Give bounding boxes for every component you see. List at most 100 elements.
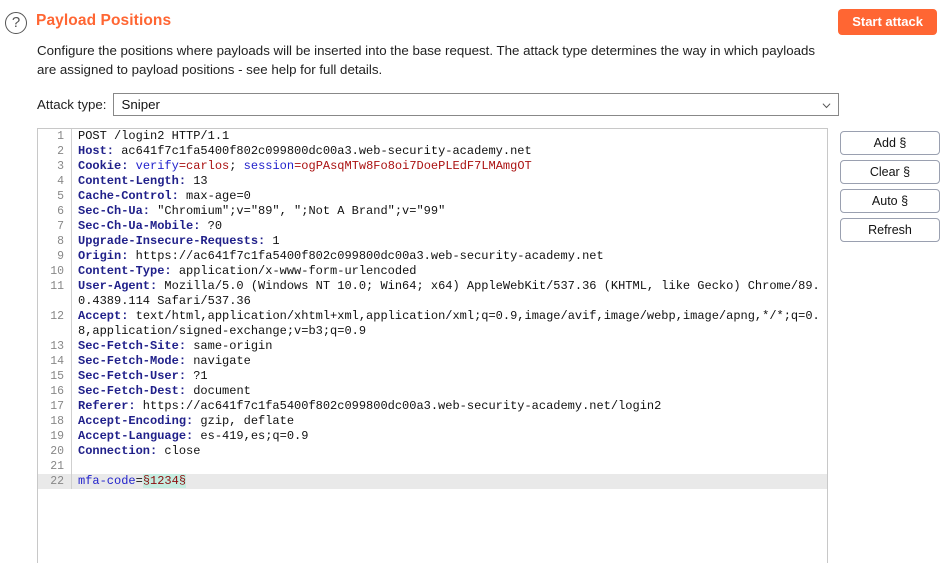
header-value: https://ac641f7c1fa5400f802c099800dc00a3… bbox=[135, 399, 662, 413]
header-value: same-origin bbox=[186, 339, 273, 353]
line-content: Sec-Ch-Ua: "Chromium";v="89", ";Not A Br… bbox=[70, 204, 827, 219]
clear-section-button[interactable]: Clear § bbox=[840, 160, 940, 184]
header-value: Mozilla/5.0 (Windows NT 10.0; Win64; x64… bbox=[78, 279, 820, 308]
header-value: ?0 bbox=[200, 219, 223, 233]
header-value: text/html,application/xhtml+xml,applicat… bbox=[78, 309, 820, 338]
request-line: 2 Host: ac641f7c1fa5400f802c099800dc00a3.… bbox=[38, 144, 827, 159]
line-number: 15 bbox=[50, 370, 64, 383]
header-name: Host: bbox=[78, 144, 115, 158]
line-content: Sec-Ch-Ua-Mobile: ?0 bbox=[70, 219, 827, 234]
line-content: Host: ac641f7c1fa5400f802c099800dc00a3.w… bbox=[70, 144, 827, 159]
line-number: 17 bbox=[50, 400, 64, 413]
header-name: Sec-Fetch-Dest: bbox=[78, 384, 187, 398]
line-content: Cache-Control: max-age=0 bbox=[70, 189, 827, 204]
request-line: 14 Sec-Fetch-Mode: navigate bbox=[38, 354, 827, 369]
header-value: 1 bbox=[265, 234, 280, 248]
header-name: Sec-Ch-Ua: bbox=[78, 204, 151, 218]
page-title: Payload Positions bbox=[36, 12, 172, 29]
body-param-name: mfa-code bbox=[78, 474, 136, 488]
line-number: 22 bbox=[50, 475, 64, 488]
request-line: 19 Accept-Language: es-419,es;q=0.9 bbox=[38, 429, 827, 444]
line-number: 13 bbox=[50, 340, 64, 353]
request-line: 20 Connection: close bbox=[38, 444, 827, 459]
header-value: https://ac641f7c1fa5400f802c099800dc00a3… bbox=[128, 249, 604, 263]
request-line: 4 Content-Length: 13 bbox=[38, 174, 827, 189]
header-value: "Chromium";v="89", ";Not A Brand";v="99" bbox=[150, 204, 446, 218]
cookie-key: verify bbox=[128, 159, 179, 173]
header-name: Accept: bbox=[78, 309, 129, 323]
line-number: 14 bbox=[50, 355, 64, 368]
line-number: 8 bbox=[57, 235, 64, 248]
panel-header: ? Payload Positions Start attack bbox=[0, 9, 943, 39]
line-content: Accept-Encoding: gzip, deflate bbox=[70, 414, 827, 429]
header-value: 13 bbox=[186, 174, 208, 188]
line-number: 9 bbox=[57, 250, 64, 263]
line-content: Content-Length: 13 bbox=[70, 174, 827, 189]
header-value: ac641f7c1fa5400f802c099800dc00a3.web-sec… bbox=[114, 144, 532, 158]
line-number: 20 bbox=[50, 445, 64, 458]
header-value: close bbox=[157, 444, 201, 458]
line-number: 16 bbox=[50, 385, 64, 398]
refresh-button[interactable]: Refresh bbox=[840, 218, 940, 242]
line-number: 7 bbox=[57, 220, 64, 233]
attack-type-select[interactable]: Sniper bbox=[113, 93, 840, 116]
line-content: Origin: https://ac641f7c1fa5400f802c0998… bbox=[70, 249, 827, 264]
header-name: Sec-Fetch-User: bbox=[78, 369, 187, 383]
header-name: Sec-Fetch-Site: bbox=[78, 339, 187, 353]
header-value: max-age=0 bbox=[178, 189, 251, 203]
cookie-separator: ; bbox=[229, 159, 244, 173]
header-name: Sec-Ch-Ua-Mobile: bbox=[78, 219, 201, 233]
attack-type-label: Attack type: bbox=[37, 97, 107, 112]
line-content: POST /login2 HTTP/1.1 bbox=[70, 129, 827, 144]
header-value: ?1 bbox=[186, 369, 208, 383]
header-value: es-419,es;q=0.9 bbox=[193, 429, 309, 443]
header-name: Cache-Control: bbox=[78, 189, 179, 203]
header-name: User-Agent: bbox=[78, 279, 158, 293]
line-content: mfa-code=§1234§ bbox=[70, 474, 827, 489]
attack-type-selected-value: Sniper bbox=[121, 97, 160, 112]
request-code-area[interactable]: 1 POST /login2 HTTP/1.1 2 Host: ac641f7c1fa… bbox=[38, 129, 827, 489]
gutter-separator bbox=[71, 129, 72, 489]
request-line: 17 Referer: https://ac641f7c1fa5400f802c0… bbox=[38, 399, 827, 414]
line-content: Accept-Language: es-419,es;q=0.9 bbox=[70, 429, 827, 444]
request-line: 5 Cache-Control: max-age=0 bbox=[38, 189, 827, 204]
question-mark-circle-icon[interactable]: ? bbox=[5, 12, 27, 34]
request-line: 22 mfa-code=§1234§ bbox=[38, 474, 827, 489]
header-value: navigate bbox=[186, 354, 251, 368]
line-content: User-Agent: Mozilla/5.0 (Windows NT 10.0… bbox=[70, 279, 827, 309]
header-value: document bbox=[186, 384, 251, 398]
request-line: 6 Sec-Ch-Ua: "Chromium";v="89", ";Not A B… bbox=[38, 204, 827, 219]
request-line: 7 Sec-Ch-Ua-Mobile: ?0 bbox=[38, 219, 827, 234]
cookie-key: session bbox=[243, 159, 295, 173]
payload-position-buttons: Add § Clear § Auto § Refresh bbox=[840, 131, 940, 247]
line-number: 10 bbox=[50, 265, 64, 278]
add-section-button[interactable]: Add § bbox=[840, 131, 940, 155]
payload-position-marker: §1234§ bbox=[142, 474, 187, 488]
header-name: Content-Type: bbox=[78, 264, 172, 278]
line-content: Referer: https://ac641f7c1fa5400f802c099… bbox=[70, 399, 827, 414]
panel-description: Configure the positions where payloads w… bbox=[37, 43, 816, 77]
line-number: 4 bbox=[57, 175, 64, 188]
line-number: 18 bbox=[50, 415, 64, 428]
header-name: Content-Length: bbox=[78, 174, 187, 188]
body-equals: = bbox=[135, 474, 143, 488]
line-content: Cookie: verify=carlos; session=ogPAsqMTw… bbox=[70, 159, 827, 174]
header-name: Cookie: bbox=[78, 159, 129, 173]
request-line: 8 Upgrade-Insecure-Requests: 1 bbox=[38, 234, 827, 249]
header-name: Accept-Encoding: bbox=[78, 414, 194, 428]
request-line: 12 Accept: text/html,application/xhtml+xm… bbox=[38, 309, 827, 339]
line-content: Sec-Fetch-Dest: document bbox=[70, 384, 827, 399]
auto-section-button[interactable]: Auto § bbox=[840, 189, 940, 213]
line-number: 3 bbox=[57, 160, 64, 173]
line-content bbox=[70, 459, 827, 474]
line-content: Connection: close bbox=[70, 444, 827, 459]
line-number: 1 bbox=[57, 130, 64, 143]
line-number: 12 bbox=[50, 310, 64, 323]
request-line: 18 Accept-Encoding: gzip, deflate bbox=[38, 414, 827, 429]
start-attack-button[interactable]: Start attack bbox=[838, 9, 937, 35]
request-line: 9 Origin: https://ac641f7c1fa5400f802c099… bbox=[38, 249, 827, 264]
request-text: POST /login2 HTTP/1.1 bbox=[78, 129, 230, 143]
line-number: 2 bbox=[57, 145, 64, 158]
request-editor[interactable]: 1 POST /login2 HTTP/1.1 2 Host: ac641f7c1fa… bbox=[37, 128, 828, 563]
request-line: 16 Sec-Fetch-Dest: document bbox=[38, 384, 827, 399]
